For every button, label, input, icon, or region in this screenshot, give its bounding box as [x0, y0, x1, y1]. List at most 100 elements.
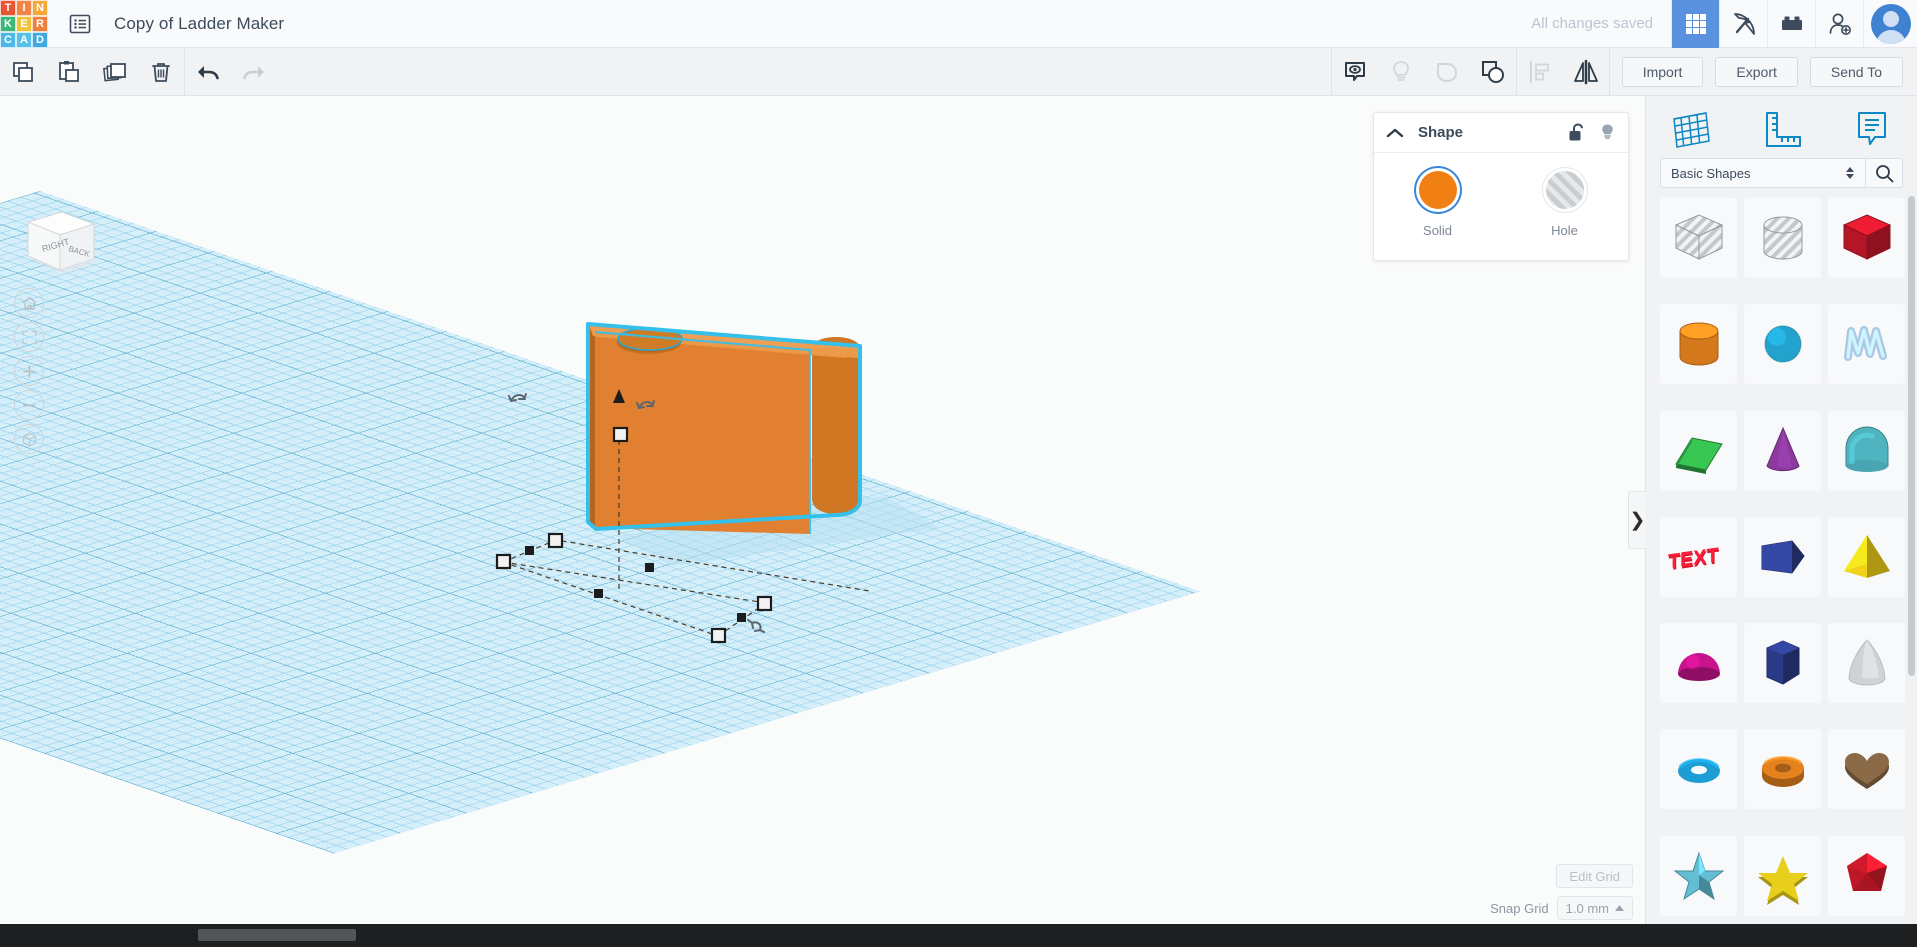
mirror-button[interactable] — [1563, 48, 1609, 96]
shape-pyramid[interactable] — [1828, 516, 1905, 597]
sidebar-scrollbar[interactable] — [1908, 196, 1915, 676]
shape-polygon[interactable] — [1744, 516, 1821, 597]
chevron-up-icon — [1386, 128, 1404, 137]
zoom-in-button[interactable] — [14, 356, 44, 386]
hole-option[interactable]: Hole — [1501, 171, 1628, 238]
solid-option[interactable]: Solid — [1374, 171, 1501, 238]
shape-cone-icon — [1765, 426, 1800, 471]
align-button[interactable] — [1517, 48, 1563, 96]
solid-swatch — [1418, 171, 1457, 209]
shape-hex-prism[interactable] — [1744, 623, 1821, 704]
snap-grid-label: Snap Grid — [1490, 900, 1549, 916]
snap-grid-select[interactable]: 1.0 mm — [1556, 896, 1633, 920]
cube-icon — [22, 431, 36, 447]
tab-workplane[interactable] — [1660, 104, 1722, 156]
shape-star-gem[interactable] — [1660, 835, 1737, 916]
logo-tile-k: K — [0, 15, 16, 32]
light-button[interactable] — [1378, 48, 1424, 96]
notes-button[interactable] — [1332, 48, 1378, 96]
file-actions: Import Export Send To — [1610, 56, 1917, 87]
light-toggle-button[interactable] — [1599, 123, 1616, 142]
search-icon — [1875, 164, 1893, 182]
shape-sphere[interactable] — [1744, 304, 1821, 385]
paste-button[interactable] — [46, 48, 92, 96]
shape-half-sphere[interactable] — [1660, 623, 1737, 704]
note-icon — [1857, 112, 1886, 145]
project-menu-button[interactable] — [58, 0, 102, 48]
duplicate-button[interactable] — [92, 48, 138, 96]
home-view-button[interactable] — [14, 288, 44, 318]
save-status: All changes saved — [1531, 15, 1653, 32]
group-shapes-icon — [1481, 60, 1504, 83]
undo-button[interactable] — [185, 48, 231, 96]
list-menu-icon — [69, 14, 91, 33]
shape-box-hole[interactable] — [1660, 198, 1737, 278]
shape-box-hole-icon — [1674, 214, 1723, 260]
document-title[interactable]: Copy of Ladder Maker — [114, 14, 284, 34]
shape-cylinder[interactable] — [1660, 304, 1737, 385]
invite-people-button[interactable] — [1815, 0, 1863, 48]
logo-tile-n: N — [32, 0, 48, 16]
shape-library-controls: Basic Shapes — [1646, 158, 1917, 198]
shape-library-grid[interactable]: TEXT TEXT — [1646, 198, 1917, 935]
shape-category-value: Basic Shapes — [1671, 165, 1751, 181]
solid-label: Solid — [1423, 223, 1452, 238]
apps-grid-button[interactable] — [1671, 0, 1719, 48]
shape-round-roof[interactable] — [1828, 410, 1905, 491]
shape-box[interactable] — [1828, 198, 1905, 278]
lock-toggle-button[interactable] — [1568, 123, 1585, 142]
minecraft-button[interactable] — [1719, 0, 1767, 48]
shape-text[interactable]: TEXT TEXT — [1660, 516, 1737, 597]
shape-roof[interactable] — [1660, 410, 1737, 491]
logo-tile-i: I — [16, 0, 32, 16]
shape-inspector-header: Shape — [1374, 113, 1628, 153]
fit-to-view-button[interactable] — [14, 322, 44, 352]
shape-search-button[interactable] — [1865, 158, 1903, 188]
shape-paraboloid-icon — [1847, 639, 1886, 686]
shape-scribble[interactable] — [1828, 304, 1905, 385]
group-button[interactable] — [1470, 48, 1516, 96]
shape-roof-icon — [1674, 437, 1723, 474]
caret-up-icon — [1615, 904, 1624, 911]
lego-button[interactable] — [1767, 0, 1815, 48]
duplicate-icon — [102, 62, 126, 82]
shape-polyhedron[interactable] — [1828, 835, 1905, 916]
tab-note[interactable] — [1841, 104, 1903, 156]
shape-heart[interactable] — [1828, 729, 1905, 810]
tinkercad-app: TINKERCAD Copy of Ladder Maker All chang… — [0, 0, 1917, 947]
tab-ruler[interactable] — [1750, 104, 1812, 156]
account-button[interactable] — [1863, 0, 1917, 48]
shape-box-icon — [1842, 214, 1891, 260]
home-icon — [22, 296, 36, 310]
shape-generator-button[interactable] — [1424, 48, 1470, 96]
redo-button[interactable] — [231, 48, 277, 96]
shape-star[interactable] — [1744, 835, 1821, 916]
tinkercad-logo[interactable]: TINKERCAD — [0, 0, 48, 48]
copy-button[interactable] — [0, 48, 46, 96]
horizontal-scrollbar-thumb[interactable] — [198, 929, 356, 941]
collapse-sidebar-button[interactable]: ❯ — [1628, 491, 1646, 549]
plus-icon — [22, 364, 36, 378]
view-cube[interactable]: RIGHT BACK — [10, 204, 100, 274]
edit-grid-button[interactable]: Edit Grid — [1556, 864, 1633, 888]
shape-cylinder-hole[interactable] — [1744, 198, 1821, 278]
shape-round-roof-icon — [1845, 426, 1888, 472]
minus-icon — [22, 404, 36, 406]
collapse-panel-button[interactable] — [1386, 127, 1404, 139]
import-button[interactable]: Import — [1621, 56, 1704, 87]
export-button[interactable]: Export — [1715, 56, 1798, 87]
shape-tube[interactable] — [1744, 729, 1821, 810]
mirror-flip-icon — [1573, 59, 1598, 84]
redo-arrow-icon — [243, 65, 264, 79]
delete-button[interactable] — [138, 48, 184, 96]
shape-type-selector: Solid Hole — [1374, 153, 1628, 260]
shape-torus[interactable] — [1660, 729, 1737, 810]
shape-cone[interactable] — [1744, 410, 1821, 491]
toolbar-right-group: Import Export Send To — [1330, 47, 1917, 96]
shape-panel-title: Shape — [1418, 124, 1464, 141]
zoom-out-button[interactable] — [14, 390, 44, 420]
send-to-button[interactable]: Send To — [1809, 56, 1903, 87]
shape-category-select[interactable]: Basic Shapes — [1660, 158, 1865, 188]
perspective-toggle-button[interactable] — [14, 424, 44, 454]
shape-paraboloid[interactable] — [1828, 623, 1905, 704]
